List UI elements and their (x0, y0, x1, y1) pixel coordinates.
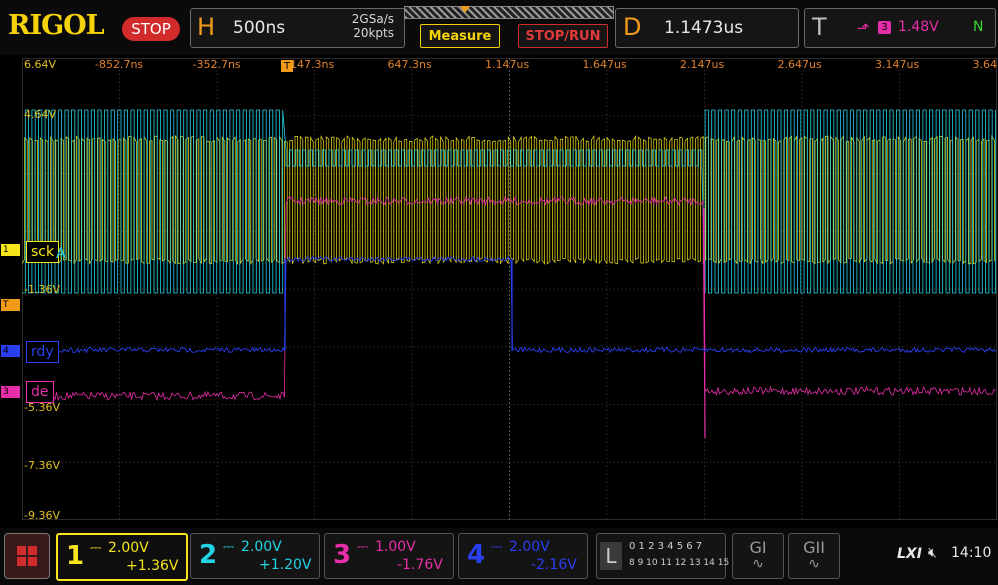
trigger-source-badge: 3 (878, 21, 891, 34)
delay-key: D (623, 13, 642, 41)
ch3-coupling-icon: ⎓ (357, 539, 369, 555)
ch2-scale: 2.00V (241, 539, 282, 555)
ch2-offset: +1.20V (259, 557, 312, 573)
horizontal-key: H (197, 13, 216, 41)
voltage-axis-label: -7.36V (24, 459, 60, 472)
stop-run-button[interactable]: STOP/RUN (518, 24, 608, 48)
trigger-panel[interactable]: T ⬏ 3 1.48V N (804, 8, 996, 48)
ch1-coupling-icon: ⎓ (90, 540, 102, 556)
time-axis-label: 3.147us (875, 58, 920, 71)
ch4-settings-button[interactable]: 4 ⎓ 2.00V -2.16V (458, 533, 588, 579)
trigger-key: T (812, 13, 827, 41)
measure-button[interactable]: Measure (420, 24, 500, 48)
ch1-number: 1 (66, 541, 85, 571)
generator-1-label: GI (749, 538, 767, 557)
ch1-signal-label: sck (26, 241, 60, 263)
main-menu-button[interactable] (4, 533, 50, 579)
waveform-display[interactable] (21, 57, 998, 521)
time-axis-label: 647.3ns (387, 58, 432, 71)
generator-2-button[interactable]: GII ∿ (788, 533, 840, 579)
time-axis-label: 2.147us (680, 58, 725, 71)
ch2-coupling-icon: ⎓ (223, 539, 235, 555)
sine-wave-icon: ∿ (808, 556, 820, 572)
logic-channels-row1: 0 1 2 3 4 5 6 7 (629, 541, 703, 552)
delay-value: 1.1473us (664, 18, 744, 38)
trigger-level: 1.48V (898, 19, 939, 35)
ch1-waveform (21, 134, 995, 266)
voltage-axis-label: -1.36V (24, 283, 60, 296)
memory-position-bar[interactable] (404, 6, 614, 19)
grid-menu-icon (17, 546, 37, 566)
generator-2-label: GII (803, 538, 825, 557)
ch2-number: 2 (199, 540, 218, 570)
trigger-position-marker[interactable]: T (281, 60, 293, 72)
ch4-signal-label: rdy (26, 341, 59, 363)
ch1-offset: +1.36V (126, 558, 179, 574)
time-axis-label: 1.147us (485, 58, 530, 71)
logic-channels-row2: 8 9 10 11 12 13 14 15 (629, 558, 730, 568)
trigger-level-marker[interactable]: T (1, 299, 20, 311)
time-axis-label: 3.647us (972, 58, 998, 71)
lxi-icon: LXI (897, 546, 922, 562)
sample-rate: 2GSa/s (351, 12, 394, 26)
ch3-signal-label: de (26, 381, 54, 403)
ch4-marker[interactable]: 4 (1, 345, 20, 357)
time-axis-label: 1.647us (582, 58, 627, 71)
ch4-number: 4 (467, 540, 486, 570)
time-axis-label: -852.7ns (95, 58, 144, 71)
ch4-scale: 2.00V (509, 539, 550, 555)
clock-time: 14:10 (951, 545, 992, 561)
ch4-coupling-icon: ⎓ (491, 539, 503, 555)
top-status-bar: RIGOL STOP H 500ns 2GSa/s 20kpts Measure… (0, 0, 998, 55)
position-marker-icon (460, 6, 470, 13)
logic-key: L (600, 542, 622, 570)
ch1-settings-button[interactable]: 1 ⎓ 2.00V +1.36V (56, 533, 188, 581)
ch3-scale: 1.00V (375, 539, 416, 555)
rigol-logo: RIGOL (8, 10, 105, 41)
time-axis-label: -352.7ns (192, 58, 241, 71)
logic-analyzer-button[interactable]: L 0 1 2 3 4 5 6 7 8 9 10 11 12 13 14 15 (596, 533, 730, 579)
time-axis-label: 147.3ns (290, 58, 335, 71)
waveform-svg (21, 57, 998, 521)
horizontal-panel[interactable]: H 500ns 2GSa/s 20kpts (190, 8, 405, 48)
memory-depth: 20kpts (353, 26, 394, 40)
ch3-marker[interactable]: 3 (1, 386, 20, 398)
sine-wave-icon: ∿ (752, 556, 764, 572)
voltage-axis-label: 4.64V (24, 108, 57, 121)
ch3-number: 3 (333, 540, 352, 570)
run-state-badge[interactable]: STOP (122, 17, 180, 41)
ch1-marker[interactable]: 1 (1, 244, 20, 256)
ch4-offset: -2.16V (531, 557, 577, 573)
trigger-mode: N (973, 19, 984, 35)
generator-1-button[interactable]: GI ∿ (732, 533, 784, 579)
speaker-muted-icon[interactable]: 🔇︎ (928, 545, 937, 561)
delay-panel[interactable]: D 1.1473us (615, 8, 799, 48)
ch3-offset: -1.76V (397, 557, 443, 573)
edge-trigger-icon: ⬏ (857, 19, 870, 37)
ch2-settings-button[interactable]: 2 ⎓ 2.00V +1.20V (190, 533, 320, 579)
ch1-scale: 2.00V (108, 540, 149, 556)
ch3-settings-button[interactable]: 3 ⎓ 1.00V -1.76V (324, 533, 454, 579)
timebase-value: 500ns (233, 18, 286, 38)
voltage-axis-label: -9.36V (24, 509, 60, 522)
bus-label: A (56, 246, 66, 262)
voltage-axis-label: 6.64V (24, 58, 57, 71)
time-axis-label: 2.647us (777, 58, 822, 71)
